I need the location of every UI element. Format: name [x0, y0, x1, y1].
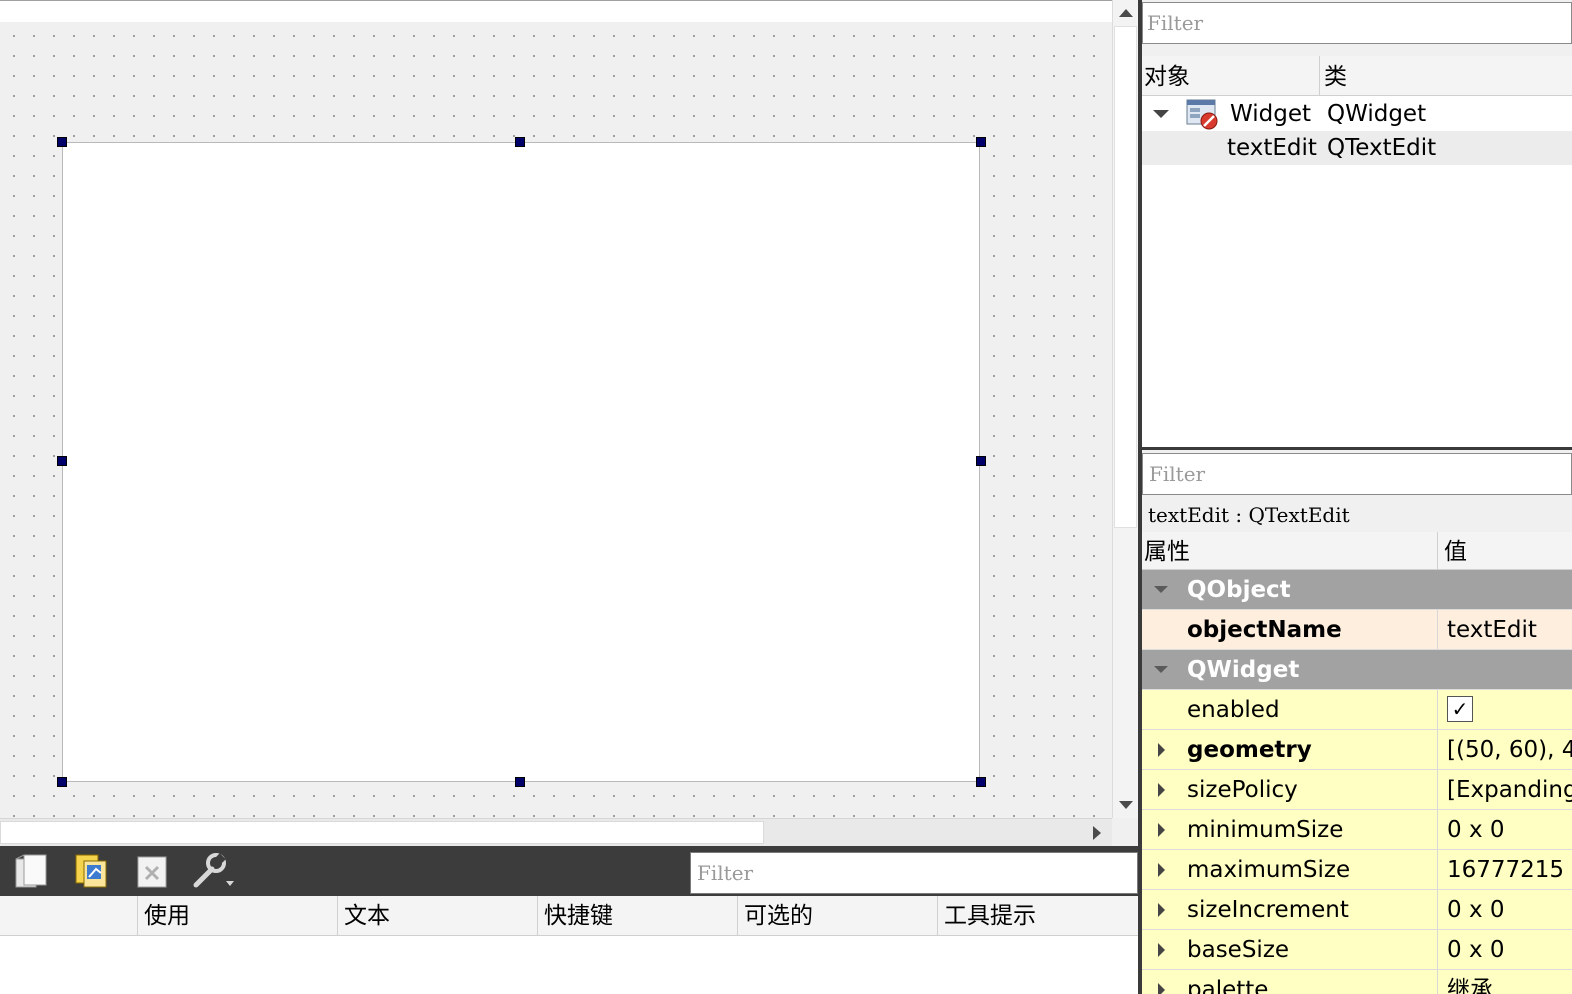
scroll-up-button[interactable] — [1113, 0, 1138, 26]
property-group-qwidget[interactable]: QWidget — [1142, 650, 1572, 690]
object-tree[interactable]: Widget QWidget textEdit QTextEdit — [1142, 96, 1572, 448]
column-header-property[interactable]: 属性 — [1142, 532, 1438, 572]
panel-separator — [1142, 447, 1572, 450]
group-label: QObject — [1187, 577, 1291, 603]
property-table[interactable]: QObject objectName textEdit QWidget enab… — [1142, 570, 1572, 994]
property-name: minimumSize — [1142, 810, 1438, 849]
property-row-basesize[interactable]: baseSize 0 x 0 — [1142, 930, 1572, 970]
scroll-right-button[interactable] — [1084, 821, 1110, 845]
resize-handle-top[interactable] — [515, 137, 525, 147]
property-name: palette — [1142, 970, 1438, 994]
new-action-icon — [15, 854, 47, 888]
property-value[interactable]: 0 x 0 — [1439, 930, 1572, 969]
action-table-header: 使用 文本 快捷键 可选的 工具提示 — [0, 896, 1138, 936]
property-filter-input[interactable]: Filter — [1142, 453, 1572, 495]
resize-handle-bottom[interactable] — [515, 777, 525, 787]
column-header-used[interactable]: 使用 — [137, 896, 337, 936]
canvas-vertical-scrollbar[interactable] — [1112, 0, 1138, 818]
column-header-class[interactable]: 类 — [1320, 56, 1572, 96]
property-value[interactable]: [(50, 60), 4 — [1439, 730, 1572, 769]
object-name: Widget — [1230, 101, 1311, 127]
column-header-object[interactable]: 对象 — [1142, 56, 1320, 96]
delete-action-button[interactable] — [130, 850, 174, 892]
property-row-sizeincrement[interactable]: sizeIncrement 0 x 0 — [1142, 890, 1572, 930]
resize-handle-left[interactable] — [57, 456, 67, 466]
configure-icon — [193, 853, 234, 888]
property-row-maximumsize[interactable]: maximumSize 16777215 x — [1142, 850, 1572, 890]
scrollbar-thumb[interactable] — [0, 821, 764, 844]
resize-handle-right[interactable] — [976, 456, 986, 466]
object-table-header: 对象 类 — [1142, 56, 1572, 96]
property-value[interactable]: ✓ — [1439, 690, 1572, 729]
property-value[interactable]: 0 x 0 — [1439, 890, 1572, 929]
object-class: QWidget — [1327, 101, 1427, 127]
property-row-enabled[interactable]: enabled ✓ — [1142, 690, 1572, 730]
property-value[interactable]: 0 x 0 — [1439, 810, 1572, 849]
canvas-horizontal-scrollbar[interactable] — [0, 818, 1112, 846]
tree-row-widget[interactable]: Widget QWidget — [1142, 97, 1572, 131]
property-row-minimumsize[interactable]: minimumSize 0 x 0 — [1142, 810, 1572, 850]
property-row-palette[interactable]: palette 继承 — [1142, 970, 1572, 994]
property-value[interactable]: [Expanding — [1439, 770, 1572, 809]
arrow-down-icon — [1118, 801, 1133, 809]
column-header-shortcut[interactable]: 快捷键 — [537, 896, 737, 936]
resize-handle-top-right[interactable] — [976, 137, 986, 147]
property-table-header: 属性 值 — [1142, 532, 1572, 572]
expand-arrow-icon[interactable] — [1153, 110, 1169, 118]
group-label: QWidget — [1187, 657, 1300, 683]
property-name: geometry — [1142, 730, 1438, 769]
arrow-right-icon — [1093, 826, 1101, 840]
scrollbar-corner — [1112, 818, 1138, 846]
property-name: maximumSize — [1142, 850, 1438, 889]
property-row-geometry[interactable]: geometry [(50, 60), 4 — [1142, 730, 1572, 770]
property-name: baseSize — [1142, 930, 1438, 969]
property-row-sizepolicy[interactable]: sizePolicy [Expanding — [1142, 770, 1572, 810]
property-editor-caption: textEdit : QTextEdit — [1142, 498, 1572, 530]
property-value[interactable]: 16777215 x — [1439, 850, 1572, 889]
property-value[interactable]: textEdit — [1439, 610, 1572, 649]
property-name: enabled — [1142, 690, 1438, 729]
column-header-name[interactable] — [0, 896, 137, 936]
object-name: textEdit — [1227, 135, 1317, 161]
widget-icon — [1186, 99, 1218, 130]
action-list[interactable] — [0, 936, 1138, 994]
text-edit-widget[interactable] — [62, 142, 980, 782]
resize-handle-bottom-left[interactable] — [57, 777, 67, 787]
property-name: sizeIncrement — [1142, 890, 1438, 929]
form-canvas[interactable] — [0, 0, 1112, 818]
enabled-checkbox[interactable]: ✓ — [1447, 695, 1473, 722]
property-row-objectname[interactable]: objectName textEdit — [1142, 610, 1572, 650]
property-name: objectName — [1142, 610, 1438, 649]
arrow-up-icon — [1118, 9, 1133, 17]
property-group-qobject[interactable]: QObject — [1142, 570, 1572, 610]
resize-handle-top-left[interactable] — [57, 137, 67, 147]
column-header-value[interactable]: 值 — [1438, 532, 1572, 572]
column-header-checkable[interactable]: 可选的 — [737, 896, 937, 936]
scrollbar-thumb[interactable] — [1114, 26, 1137, 528]
copy-action-button[interactable] — [70, 850, 114, 892]
new-action-button[interactable] — [10, 850, 54, 892]
object-filter-input[interactable]: Filter — [1142, 2, 1572, 44]
property-name: sizePolicy — [1142, 770, 1438, 809]
delete-action-icon — [137, 856, 167, 888]
column-header-text[interactable]: 文本 — [337, 896, 537, 936]
column-header-tooltip[interactable]: 工具提示 — [937, 896, 1138, 936]
resize-handle-bottom-right[interactable] — [976, 777, 986, 787]
copy-action-icon — [75, 854, 107, 888]
action-filter-input[interactable]: Filter — [690, 852, 1138, 894]
object-class: QTextEdit — [1327, 135, 1437, 161]
configure-action-button[interactable] — [190, 850, 234, 892]
canvas-border — [0, 0, 1112, 1]
scroll-down-button[interactable] — [1113, 792, 1138, 818]
property-value[interactable]: 继承 — [1439, 970, 1572, 994]
tree-row-textedit[interactable]: textEdit QTextEdit — [1142, 131, 1572, 165]
